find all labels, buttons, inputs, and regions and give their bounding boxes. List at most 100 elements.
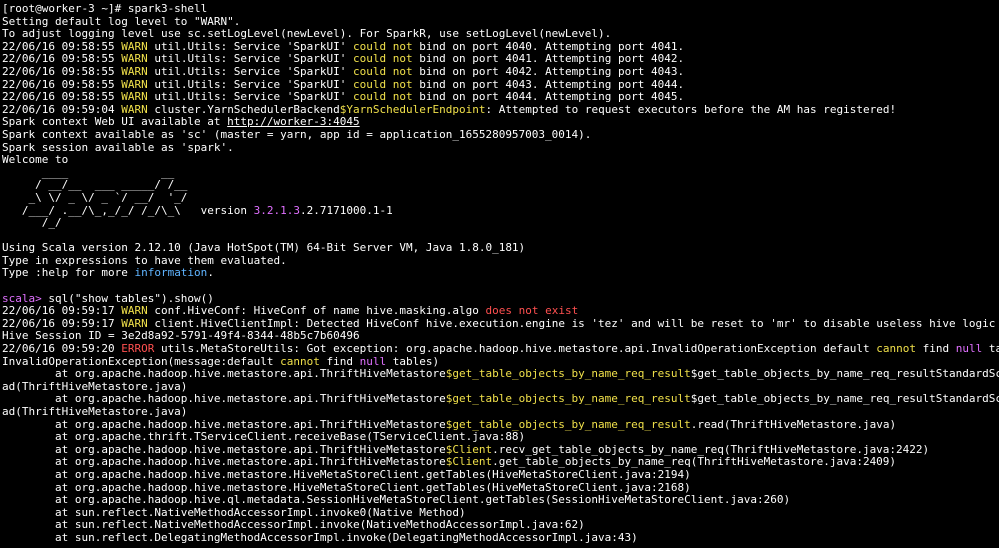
terminal-line: 22/06/16 09:58:55 WARN util.Utils: Servi… [2, 41, 999, 54]
terminal-line: ad(ThriftHiveMetastore.java) [2, 381, 999, 394]
terminal-line: Spark session available as 'spark'. [2, 142, 999, 155]
highlight-text: $get_table_objects_by_name_req_result [445, 393, 691, 406]
highlight-text: $Client [445, 443, 493, 456]
text-segment: at org.apache.hadoop.hive.metastore.api.… [2, 368, 446, 381]
text-segment: Type in expressions to have them evaluat… [2, 254, 287, 267]
highlight-text: could not [353, 91, 413, 104]
text-segment: util.Utils: Service 'SparkUI' [147, 65, 354, 78]
terminal-line: 22/06/16 09:58:55 WARN util.Utils: Servi… [2, 66, 999, 79]
text-segment: To adjust logging level use sc.setLogLev… [2, 28, 612, 41]
terminal-line: Setting default log level to "WARN". [2, 16, 999, 29]
text-segment: at sun.reflect.DelegatingMethodAccessorI… [2, 531, 638, 544]
terminal-line: To adjust logging level use sc.setLogLev… [2, 28, 999, 41]
terminal-line: /_/ [2, 217, 999, 230]
text-segment: bind on port 4041. Attempting port 4042. [412, 53, 685, 66]
highlight-text: could not [353, 78, 413, 91]
text-segment: $get_table_objects_by_name_req_resultSta… [690, 393, 999, 406]
text-segment: _\ \/ _ \/ _ `/ __/ '_/ [2, 191, 188, 204]
shell-prompt-line: [root@worker-3 ~]# spark3-shell [2, 3, 999, 16]
terminal-line: ____ __ [2, 167, 999, 180]
highlight-text: could not [353, 40, 413, 53]
highlight-text: could not [353, 53, 413, 66]
terminal-line: InvalidOperationException(message:defaul… [2, 356, 999, 369]
text-segment: at org.apache.hadoop.hive.metastore.api.… [2, 456, 446, 469]
text-segment: 22/06/16 09:59:17 [2, 305, 122, 318]
terminal-line: Type :help for more information. [2, 267, 999, 280]
text-segment: at org.apache.hadoop.hive.metastore.api.… [2, 393, 446, 406]
error-text: does not exist [485, 305, 579, 318]
text-segment: util.Utils: Service 'SparkUI' [147, 40, 354, 53]
text-segment: at org.apache.hadoop.hive.ql.metadata.Se… [2, 494, 791, 507]
terminal-line: at org.apache.hadoop.hive.metastore.Hive… [2, 469, 999, 482]
terminal-line: / __/__ ___ _____/ /__ [2, 179, 999, 192]
text-segment: bind on port 4043. Attempting port 4044. [412, 78, 685, 91]
terminal-line: Spark context Web UI available at http:/… [2, 116, 999, 129]
text-segment: client.HiveClientImpl: Detected HiveConf… [147, 317, 996, 330]
terminal-window[interactable]: [root@worker-3 ~]# spark3-shell Setting d… [0, 0, 999, 548]
text-segment: Spark session available as 'spark'. [2, 141, 234, 154]
highlight-text: could not [353, 65, 413, 78]
text-segment: bind on port 4044. Attempting port 4045. [412, 91, 685, 104]
terminal-line: Using Scala version 2.12.10 (Java HotSpo… [2, 242, 999, 255]
text-segment: Using Scala version 2.12.10 (Java HotSpo… [2, 242, 526, 255]
text-segment: ad(ThriftHiveMetastore.java) [2, 380, 188, 393]
highlight-text: WARN [121, 305, 148, 318]
text-segment: conf.HiveConf: HiveConf of name hive.mas… [147, 305, 486, 318]
terminal-line: at org.apache.hadoop.hive.metastore.api.… [2, 456, 999, 469]
text-segment: ____ __ [2, 166, 175, 179]
terminal-line: scala> sql("show tables").show() [2, 293, 999, 306]
text-segment: Type :help for more [2, 267, 135, 280]
text-segment: . [207, 267, 214, 280]
highlight-text: $Client [445, 456, 493, 469]
text-segment: .2.7171000.1-1 [300, 204, 393, 217]
highlight-text: cannot [876, 343, 916, 356]
text-segment: at sun.reflect.NativeMethodAccessorImpl.… [2, 506, 466, 519]
terminal-line: Type in expressions to have them evaluat… [2, 255, 999, 268]
text-segment: util.Utils: Service 'SparkUI' [147, 53, 354, 66]
keyword-text: 3.2.1.3 [253, 204, 301, 217]
text-segment: 22/06/16 09:59:20 [2, 343, 122, 356]
text-segment: 22/06/16 09:58:55 [2, 65, 122, 78]
terminal-line: at org.apache.hadoop.hive.metastore.api.… [2, 444, 999, 457]
text-segment: at org.apache.hadoop.hive.metastore.api.… [2, 443, 446, 456]
highlight-text: $get_table_objects_by_name_req_result [445, 418, 691, 431]
terminal-line: at org.apache.hadoop.hive.metastore.api.… [2, 368, 999, 381]
text-segment: .recv_get_table_objects_by_name_req(Thri… [492, 443, 930, 456]
highlight-text: WARN [121, 65, 148, 78]
highlight-text: WARN [121, 317, 148, 330]
terminal-line: Spark context available as 'sc' (master … [2, 129, 999, 142]
text-segment: /___/ .__/\_,_/_/ /_/\_\ version [2, 204, 254, 217]
highlight-text: WARN [121, 103, 148, 116]
text-segment: 22/06/16 09:58:55 [2, 53, 122, 66]
text-segment: find [915, 343, 956, 356]
terminal-line: at sun.reflect.NativeMethodAccessorImpl.… [2, 519, 999, 532]
highlight-text: WARN [121, 91, 148, 104]
terminal-line: ad(ThriftHiveMetastore.java) [2, 406, 999, 419]
text-segment: Welcome to [2, 154, 69, 167]
text-segment: tables) [386, 355, 440, 368]
terminal-line: 22/06/16 09:59:20 ERROR utils.MetaStoreU… [2, 343, 999, 356]
terminal-line: Welcome to [2, 154, 999, 167]
highlight-text: $YarnSchedulerEndpoint [339, 103, 486, 116]
spark-ui-link[interactable]: http://worker-3:4045 [227, 116, 359, 128]
highlight-text: WARN [121, 53, 148, 66]
terminal-line: _\ \/ _ \/ _ `/ __/ '_/ [2, 192, 999, 205]
text-segment: Hive Session ID = 3e2d8a92-5791-49f4-834… [2, 330, 360, 343]
terminal-line: /___/ .__/\_,_/_/ /_/\_\ version 3.2.1.3… [2, 205, 999, 218]
text-segment: 22/06/16 09:59:04 [2, 103, 122, 116]
text-segment: 22/06/16 09:58:55 [2, 40, 122, 53]
highlight-text: WARN [121, 78, 148, 91]
terminal-line: at sun.reflect.NativeMethodAccessorImpl.… [2, 507, 999, 520]
text-segment: utils.MetaStoreUtils: Got exception: org… [154, 343, 877, 356]
text-segment: Spark context available as 'sc' (master … [2, 128, 592, 141]
terminal-line: Hive Session ID = 3e2d8a92-5791-49f4-834… [2, 330, 999, 343]
terminal-line: 22/06/16 09:59:17 WARN conf.HiveConf: Hi… [2, 305, 999, 318]
text-segment: util.Utils: Service 'SparkUI' [147, 91, 354, 104]
text-segment: at org.apache.hadoop.hive.metastore.Hive… [2, 468, 691, 481]
terminal-line: at org.apache.hadoop.hive.metastore.api.… [2, 419, 999, 432]
keyword-text: null [359, 355, 387, 368]
highlight-text: cannot [280, 355, 320, 368]
text-segment: at org.apache.thrift.TServiceClient.rece… [2, 431, 526, 444]
terminal-line: 22/06/16 09:58:55 WARN util.Utils: Servi… [2, 79, 999, 92]
